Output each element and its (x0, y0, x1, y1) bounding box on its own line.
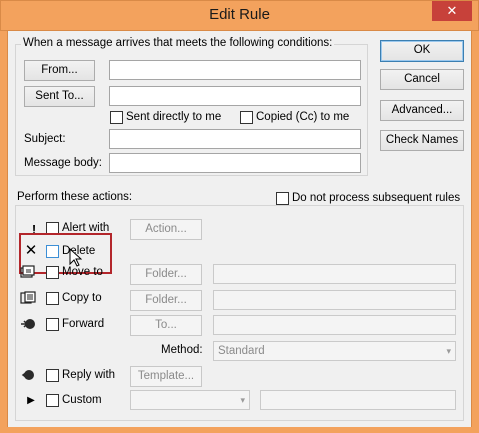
forward-label: Forward (62, 318, 105, 330)
custom-field[interactable] (260, 390, 456, 410)
chevron-down-icon: ▾ (240, 395, 245, 405)
forward-to-field[interactable] (213, 315, 456, 335)
move-folder-icon (20, 264, 36, 280)
copy-folder-icon (20, 290, 36, 306)
do-not-process-checkbox[interactable] (276, 192, 289, 205)
from-field[interactable] (109, 60, 361, 80)
copied-checkbox[interactable] (240, 111, 253, 124)
from-button[interactable]: From... (24, 60, 95, 81)
advanced-button[interactable]: Advanced... (380, 100, 464, 121)
reply-label: Reply with (62, 369, 116, 381)
copy-folder-button[interactable]: Folder... (130, 290, 202, 311)
sent-to-field[interactable] (109, 86, 361, 106)
reply-checkbox[interactable] (46, 369, 59, 382)
close-button[interactable]: ✕ (432, 1, 472, 21)
action-button[interactable]: Action... (130, 219, 202, 240)
custom-label: Custom (62, 394, 102, 406)
forward-to-button[interactable]: To... (130, 315, 202, 336)
ok-button[interactable]: OK (380, 40, 464, 62)
window-title: Edit Rule (209, 6, 270, 23)
custom-icon: ▶ (27, 394, 35, 406)
copied-label: Copied (Cc) to me (256, 111, 350, 123)
window-frame-right (471, 31, 479, 433)
method-label: Method: (161, 344, 203, 356)
subject-field[interactable] (109, 129, 361, 149)
title-bar: Edit Rule ✕ (0, 0, 479, 31)
conditions-legend: When a message arrives that meets the fo… (21, 37, 335, 49)
copy-folder-field[interactable] (213, 290, 456, 310)
move-folder-button[interactable]: Folder... (130, 264, 202, 285)
check-names-button[interactable]: Check Names (380, 130, 464, 151)
move-checkbox[interactable] (46, 266, 59, 279)
window-frame-bottom (0, 427, 479, 433)
custom-select[interactable]: ▾ (130, 390, 250, 410)
actions-legend: Perform these actions: (15, 191, 135, 203)
sent-to-button[interactable]: Sent To... (24, 86, 95, 107)
custom-checkbox[interactable] (46, 394, 59, 407)
copy-checkbox[interactable] (46, 292, 59, 305)
forward-checkbox[interactable] (46, 318, 59, 331)
method-select[interactable]: Standard ▾ (213, 341, 456, 361)
copy-label: Copy to (62, 292, 102, 304)
mouse-cursor-icon (69, 247, 83, 271)
subject-label: Subject: (24, 133, 66, 145)
forward-icon (20, 316, 36, 332)
message-body-label: Message body: (24, 157, 102, 169)
message-body-field[interactable] (109, 153, 361, 173)
method-value: Standard (218, 345, 265, 357)
cancel-button[interactable]: Cancel (380, 69, 464, 90)
do-not-process-label: Do not process subsequent rules (292, 192, 461, 204)
reply-icon (20, 367, 36, 383)
sent-directly-label: Sent directly to me (126, 111, 222, 123)
move-folder-field[interactable] (213, 264, 456, 284)
reply-template-button[interactable]: Template... (130, 366, 202, 387)
chevron-down-icon: ▾ (446, 346, 451, 356)
sent-directly-checkbox[interactable] (110, 111, 123, 124)
